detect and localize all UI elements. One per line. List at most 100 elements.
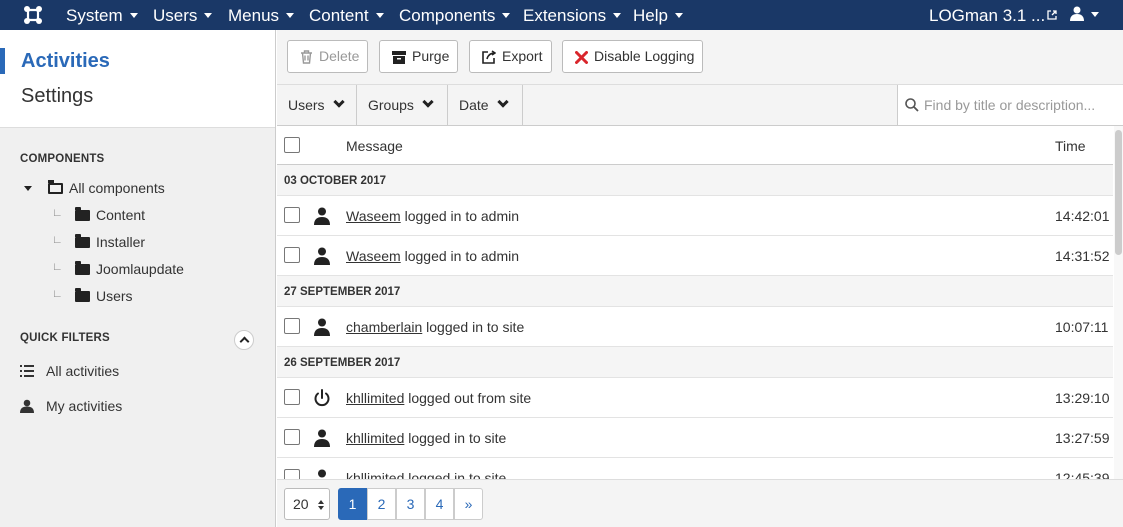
activity-message: khllimited logged in to site xyxy=(346,470,506,479)
tree-connector: ∟ xyxy=(52,261,63,273)
activity-time: 13:29:10 xyxy=(1055,390,1110,406)
folder-icon xyxy=(75,234,90,248)
chevron-down-icon xyxy=(502,13,511,18)
menu-content[interactable]: Content xyxy=(309,6,384,26)
actor-link[interactable]: khllimited xyxy=(346,390,404,406)
purge-button[interactable]: Purge xyxy=(379,40,458,73)
chevron-down-icon xyxy=(1091,12,1099,17)
row-checkbox[interactable] xyxy=(284,389,300,405)
external-link-icon xyxy=(1047,10,1057,20)
folder-icon xyxy=(75,207,90,221)
user-icon xyxy=(318,469,326,478)
app-link[interactable]: LOGman 3.1 ... xyxy=(929,6,1057,26)
menu-components[interactable]: Components xyxy=(399,6,511,26)
row-checkbox[interactable] xyxy=(284,429,300,445)
date-group-header: 26 SEPTEMBER 2017 xyxy=(277,347,1113,378)
caret-down-icon[interactable] xyxy=(24,186,32,191)
sidebar-nav: Activities Settings xyxy=(0,30,275,128)
page-limit-select[interactable]: 20 xyxy=(284,488,330,520)
tree-item-joomlaupdate[interactable]: Joomlaupdate xyxy=(75,261,184,277)
activity-message: Waseem logged in to admin xyxy=(346,248,520,264)
disable-logging-button[interactable]: Disable Logging xyxy=(562,40,703,73)
select-all-checkbox[interactable] xyxy=(284,137,300,153)
tree-item-content[interactable]: Content xyxy=(75,207,145,223)
page-1-button[interactable]: 1 xyxy=(338,488,367,520)
next-page-button[interactable]: » xyxy=(454,488,483,520)
user-icon xyxy=(314,318,330,336)
chevron-down-icon xyxy=(129,13,138,18)
tree-item-installer[interactable]: Installer xyxy=(75,234,145,250)
top-navbar: System Users Menus Content Components Ex… xyxy=(0,0,1123,30)
activity-time: 14:42:01 xyxy=(1055,208,1110,224)
page-2-button[interactable]: 2 xyxy=(367,488,396,520)
pagination-bar: 20 1 2 3 4 » xyxy=(277,479,1123,527)
menu-help[interactable]: Help xyxy=(633,6,683,26)
group-date: 27 SEPTEMBER 2017 xyxy=(284,286,401,298)
toolbar: Delete Purge Export Disable Logging xyxy=(277,30,1123,85)
activity-time: 12:45:39 xyxy=(1055,470,1110,479)
table-row: khllimited logged out from site 13:29:10 xyxy=(277,378,1113,418)
table-row: khllimited logged in to site 12:45:39 xyxy=(277,458,1113,479)
page-3-button[interactable]: 3 xyxy=(396,488,425,520)
search-input[interactable] xyxy=(924,94,1119,116)
joomla-logo-icon[interactable] xyxy=(22,4,44,26)
tree-item-all-components[interactable]: All components xyxy=(48,180,165,196)
groups-filter-dropdown[interactable]: Groups xyxy=(357,85,448,125)
scrollbar-thumb[interactable] xyxy=(1115,130,1122,255)
active-indicator xyxy=(0,48,5,74)
menu-system[interactable]: System xyxy=(66,6,138,26)
tree-connector: ∟ xyxy=(52,288,63,300)
user-menu[interactable] xyxy=(1070,6,1106,24)
select-arrows-icon xyxy=(318,500,324,510)
activity-message: khllimited logged out from site xyxy=(346,390,532,406)
user-icon xyxy=(314,247,330,265)
tree-item-users[interactable]: Users xyxy=(75,288,133,304)
table-header: Message Time xyxy=(277,126,1113,165)
actor-link[interactable]: khllimited xyxy=(346,470,404,479)
column-header-message[interactable]: Message xyxy=(346,138,403,154)
menu-users[interactable]: Users xyxy=(153,6,213,26)
search-icon xyxy=(905,98,919,112)
filter-all-activities[interactable]: All activities xyxy=(20,363,119,379)
delete-button[interactable]: Delete xyxy=(287,40,368,73)
sidebar-item-activities[interactable]: Activities xyxy=(21,50,110,73)
date-filter-dropdown[interactable]: Date xyxy=(448,85,523,125)
row-checkbox[interactable] xyxy=(284,247,300,263)
chevron-down-icon xyxy=(332,96,345,108)
user-icon xyxy=(314,429,330,447)
activity-time: 14:31:52 xyxy=(1055,248,1110,264)
chevron-down-icon xyxy=(286,13,295,18)
tree-connector: ∟ xyxy=(52,207,63,219)
sidebar-item-settings[interactable]: Settings xyxy=(21,85,93,108)
search-box xyxy=(897,85,1123,125)
chevron-down-icon xyxy=(204,13,213,18)
filter-my-activities[interactable]: My activities xyxy=(20,398,122,414)
row-checkbox[interactable] xyxy=(284,469,300,479)
table-row: Waseem logged in to admin 14:42:01 xyxy=(277,196,1113,236)
sidebar: Activities Settings COMPONENTS All compo… xyxy=(0,30,276,527)
chevron-down-icon xyxy=(375,13,384,18)
user-icon xyxy=(20,399,34,413)
user-icon xyxy=(314,207,330,225)
row-checkbox[interactable] xyxy=(284,207,300,223)
column-header-time[interactable]: Time xyxy=(1055,138,1086,154)
chevron-down-icon xyxy=(674,13,683,18)
actor-link[interactable]: Waseem xyxy=(346,248,401,264)
actor-link[interactable]: khllimited xyxy=(346,430,404,446)
users-filter-dropdown[interactable]: Users xyxy=(277,85,357,125)
chevron-down-icon xyxy=(422,96,434,108)
menu-menus[interactable]: Menus xyxy=(228,6,295,26)
table-row: khllimited logged in to site 13:27:59 xyxy=(277,418,1113,458)
activity-message: chamberlain logged in to site xyxy=(346,319,525,335)
page-4-button[interactable]: 4 xyxy=(425,488,454,520)
export-button[interactable]: Export xyxy=(469,40,552,73)
main-content: Delete Purge Export Disable Logging User… xyxy=(277,30,1123,527)
table-scrollbar[interactable] xyxy=(1114,126,1123,479)
row-checkbox[interactable] xyxy=(284,318,300,334)
menu-extensions[interactable]: Extensions xyxy=(523,6,622,26)
actor-link[interactable]: Waseem xyxy=(346,208,401,224)
collapse-button[interactable] xyxy=(234,330,254,350)
chevron-down-icon xyxy=(496,96,509,108)
actor-link[interactable]: chamberlain xyxy=(346,319,422,335)
activities-table: Message Time 03 OCTOBER 2017 Waseem logg… xyxy=(277,126,1113,479)
